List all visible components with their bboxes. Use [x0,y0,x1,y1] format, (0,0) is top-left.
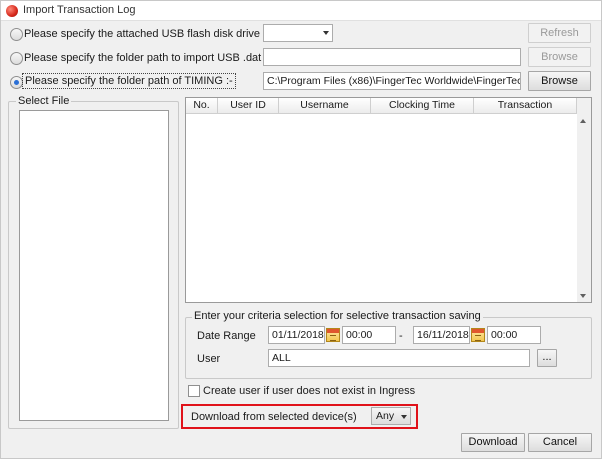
end-time-input[interactable]: 00:00 [487,326,541,344]
grid-vertical-scrollbar[interactable] [577,98,591,302]
col-header-clocking-time[interactable]: Clocking Time [371,98,474,114]
browse-dat-button[interactable]: Browse [528,47,591,67]
window-title: Import Transaction Log [23,4,136,16]
browse-timing-button[interactable]: Browse [528,71,591,91]
user-browse-button[interactable]: ... [537,349,557,367]
user-input[interactable]: ALL [268,349,530,367]
transaction-grid[interactable]: No. User ID Username Clocking Time Trans… [185,97,592,303]
device-select-value: Any [376,410,395,422]
app-logo-icon [6,5,18,17]
start-time-input[interactable]: 00:00 [342,326,396,344]
device-select-dropdown[interactable]: Any [371,407,411,425]
cancel-button[interactable]: Cancel [528,433,592,452]
import-transaction-log-window: Import Transaction Log Please specify th… [0,0,602,459]
date-range-separator: - [399,330,403,342]
scroll-up-icon[interactable] [580,119,586,123]
end-date-input[interactable]: 16/11/2018 [413,326,470,344]
col-header-username[interactable]: Username [279,98,371,114]
download-button[interactable]: Download [461,433,525,452]
start-calendar-icon[interactable] [326,328,340,342]
chevron-down-icon [401,415,407,419]
timing-path-label: Please specify the folder path of TIMING… [22,73,236,89]
select-file-list[interactable] [19,110,169,421]
grid-header: No. User ID Username Clocking Time Trans… [186,98,577,114]
col-header-user-id[interactable]: User ID [218,98,279,114]
start-date-input[interactable]: 01/11/2018 [268,326,325,344]
title-bar[interactable]: Import Transaction Log [1,1,601,21]
usb-drive-dropdown[interactable] [263,24,333,42]
select-file-title: Select File [16,95,72,107]
criteria-title: Enter your criteria selection for select… [192,310,483,322]
col-header-no[interactable]: No. [186,98,218,114]
date-range-label: Date Range [197,330,256,342]
user-label: User [197,353,221,365]
chevron-down-icon [323,31,329,35]
refresh-button[interactable]: Refresh [528,23,591,43]
create-user-checkbox[interactable] [188,385,200,397]
timing-path-input[interactable]: C:\Program Files (x86)\FingerTec Worldwi… [263,72,521,90]
col-header-transaction[interactable]: Transaction [474,98,577,114]
usb-location-radio[interactable] [10,28,23,41]
scroll-down-icon[interactable] [580,294,586,298]
dat-path-input[interactable] [263,48,521,66]
download-device-label: Download from selected device(s) [191,411,357,423]
end-calendar-icon[interactable] [471,328,485,342]
create-user-label: Create user if user does not exist in In… [203,385,416,397]
dat-path-radio[interactable] [10,52,23,65]
dat-path-label: Please specify the folder path to import… [24,52,289,64]
